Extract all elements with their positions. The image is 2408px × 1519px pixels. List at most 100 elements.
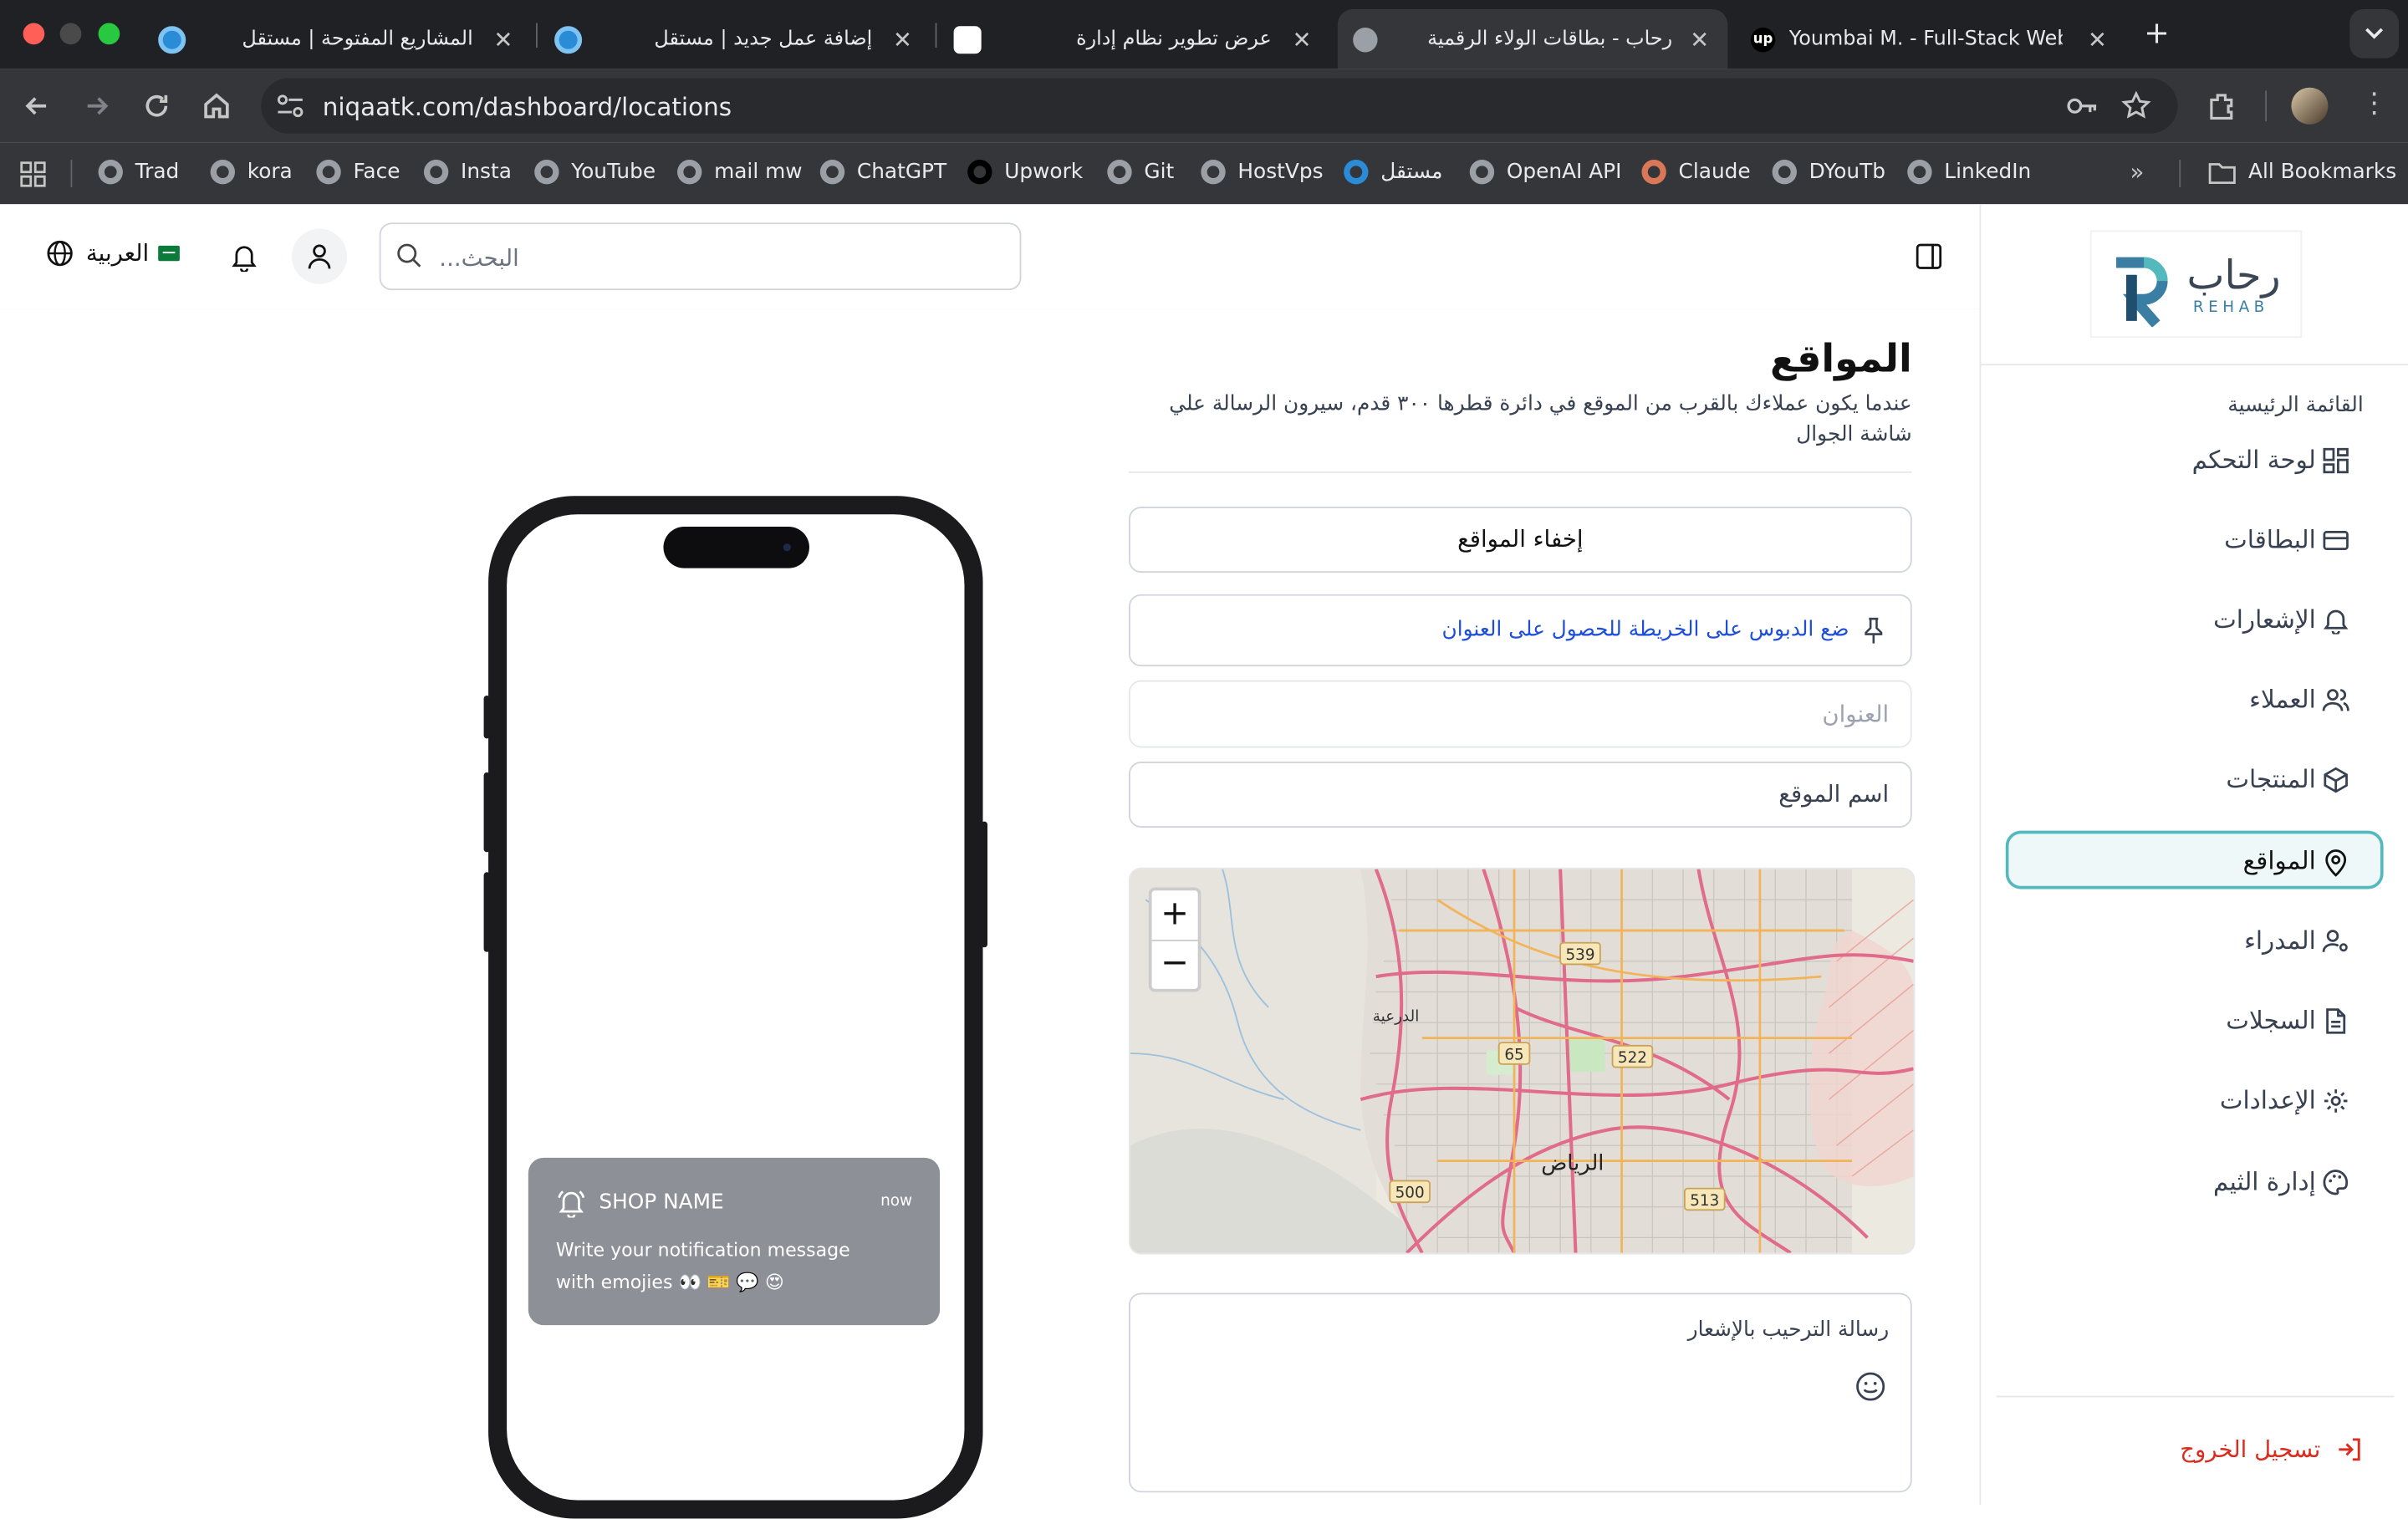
bookmark-item[interactable]: LinkedIn xyxy=(1907,160,2031,185)
close-tab-icon[interactable]: ✕ xyxy=(893,25,912,53)
zoom-in-button[interactable]: + xyxy=(1151,890,1198,941)
apps-grid-icon[interactable] xyxy=(20,161,46,187)
search-box[interactable] xyxy=(379,222,1022,292)
road-shield: 513 xyxy=(1690,1192,1719,1210)
new-tab-button[interactable]: + xyxy=(2144,17,2170,48)
bookmark-label: kora xyxy=(247,160,293,185)
browser-tab[interactable]: عرض تطوير نظام إدارة ✕ xyxy=(945,9,1321,69)
all-bookmarks[interactable]: All Bookmarks xyxy=(2208,160,2396,184)
road-shield: 522 xyxy=(1618,1049,1647,1067)
bookmark-item[interactable]: ChatGPT xyxy=(819,160,947,185)
sidebar-item-logs[interactable]: السجلات xyxy=(2006,989,2384,1050)
close-window-button[interactable] xyxy=(23,23,45,45)
gear-icon xyxy=(2324,1089,2348,1113)
bookmark-item[interactable]: DYouTb xyxy=(1772,160,1885,185)
bell-ring-icon xyxy=(558,1190,585,1218)
location-name-placeholder: اسم الموقع xyxy=(1778,780,1890,808)
browser-tab[interactable]: up Youmbai M. - Full-Stack Web ✕ xyxy=(1738,9,2125,69)
zoom-out-button[interactable]: − xyxy=(1152,941,1198,991)
sidebar-item-theme[interactable]: إدارة الثيم xyxy=(2006,1150,2384,1211)
hide-locations-button[interactable]: إخفاء المواقع xyxy=(1129,507,1912,573)
logo-text: رحاب xyxy=(2186,253,2281,300)
bookmark-item[interactable]: Insta xyxy=(423,160,512,185)
sidebar-item-label: البطاقات xyxy=(2224,524,2316,554)
map[interactable]: 539 65 522 500 513 الدرعية الرياض + − xyxy=(1129,867,1916,1255)
bookmark-item[interactable]: mail mw xyxy=(677,160,803,185)
map-tiles[interactable]: 539 65 522 500 513 الدرعية الرياض xyxy=(1130,869,1914,1253)
tab-search-button[interactable] xyxy=(2349,9,2399,59)
star-icon[interactable] xyxy=(2121,90,2152,121)
minimize-window-button[interactable] xyxy=(59,23,82,45)
sidebar-item-products[interactable]: المنتجات xyxy=(2006,747,2384,808)
sidebar-item-notifications[interactable]: الإشعارات xyxy=(2006,588,2384,649)
sidebar-item-dashboard[interactable]: لوحة التحكم xyxy=(2006,428,2384,489)
browser-tab-active[interactable]: رحاب - بطاقات الولاء الرقمية ✕ xyxy=(1337,9,1728,69)
sidebar-item-customers[interactable]: العملاء xyxy=(2006,668,2384,729)
bookmark-item[interactable]: OpenAI API xyxy=(1469,160,1621,185)
phone-button xyxy=(981,821,988,948)
bookmark-item[interactable]: مستقل xyxy=(1344,160,1442,185)
logo[interactable]: رحاب REHAB xyxy=(2091,232,2301,337)
profile-avatar[interactable] xyxy=(2291,87,2329,125)
close-tab-icon[interactable]: ✕ xyxy=(1292,25,1311,53)
logout-button[interactable]: تسجيل الخروج xyxy=(2180,1435,2364,1463)
logo-subtext: REHAB xyxy=(2192,299,2269,317)
globe-icon xyxy=(47,240,73,267)
bookmark-item[interactable]: YouTube xyxy=(534,160,656,185)
bookmark-item[interactable]: Git xyxy=(1107,160,1174,185)
user-menu-button[interactable] xyxy=(291,228,348,284)
extensions-icon[interactable] xyxy=(2206,89,2239,123)
location-name-field[interactable]: اسم الموقع xyxy=(1129,762,1912,828)
users-icon xyxy=(2322,689,2349,711)
bookmark-label: Upwork xyxy=(1004,160,1084,185)
globe-icon xyxy=(534,160,559,185)
phone-button xyxy=(483,772,490,853)
globe-icon xyxy=(1907,160,1932,185)
home-icon[interactable] xyxy=(202,90,232,121)
close-tab-icon[interactable]: ✕ xyxy=(1690,25,1709,53)
bookmark-item[interactable]: kora xyxy=(210,160,293,185)
welcome-message-field[interactable]: رسالة الترحيب بالإشعار xyxy=(1129,1292,1912,1493)
bookmark-item[interactable]: Claude xyxy=(1641,160,1751,185)
more-menu-icon[interactable]: ⋮ xyxy=(2360,89,2388,120)
address-bar[interactable]: niqaatk.com/dashboard/locations xyxy=(261,78,2178,134)
site-settings-icon[interactable] xyxy=(277,94,304,118)
tab-divider xyxy=(935,23,937,48)
globe-icon xyxy=(819,160,845,185)
sidebar-item-cards[interactable]: البطاقات xyxy=(2006,508,2384,569)
claude-icon xyxy=(1641,160,1666,185)
bell-icon[interactable] xyxy=(231,242,258,273)
sidebar-item-managers[interactable]: المدراء xyxy=(2006,909,2384,970)
maximize-window-button[interactable] xyxy=(98,23,120,45)
search-input[interactable] xyxy=(436,224,996,292)
bookmark-label: Insta xyxy=(461,160,512,185)
language-switcher[interactable]: العربية xyxy=(46,240,180,268)
upwork-icon: up xyxy=(1750,27,1776,52)
browser-tab[interactable]: المشاريع المفتوحة | مستقل ✕ xyxy=(145,9,522,69)
browser-tab[interactable]: إضافة عمل جديد | مستقل ✕ xyxy=(545,9,921,69)
emoji-icon[interactable] xyxy=(1855,1371,1886,1402)
forward-arrow-icon[interactable] xyxy=(81,90,112,121)
close-tab-icon[interactable]: ✕ xyxy=(493,25,513,53)
sidebar-item-locations[interactable]: المواقع xyxy=(2005,830,2384,889)
address-field[interactable]: العنوان xyxy=(1129,680,1912,748)
reload-icon[interactable] xyxy=(141,90,172,121)
sidebar-item-label: السجلات xyxy=(2226,1005,2316,1035)
close-tab-icon[interactable]: ✕ xyxy=(2088,25,2107,53)
bookmark-label: mail mw xyxy=(714,160,803,185)
sidebar-item-label: الإشعارات xyxy=(2213,604,2316,634)
key-icon[interactable] xyxy=(2065,92,2099,120)
bookmark-label: ChatGPT xyxy=(856,160,947,185)
back-arrow-icon[interactable] xyxy=(22,90,53,121)
bookmark-item[interactable]: Face xyxy=(316,160,400,185)
bookmark-item[interactable]: Upwork xyxy=(967,160,1084,185)
bookmark-item[interactable]: Trad xyxy=(98,160,179,185)
sidebar-item-label: العملاء xyxy=(2249,684,2316,714)
folder-icon xyxy=(2208,162,2236,184)
more-bookmarks-icon[interactable]: » xyxy=(2130,158,2145,186)
phone-button xyxy=(483,696,490,739)
sidebar-item-settings[interactable]: الإعدادات xyxy=(2006,1068,2384,1129)
bookmark-item[interactable]: HostVps xyxy=(1201,160,1323,185)
bookmarks-bar: Trad kora Face Insta YouTube mail mw Cha… xyxy=(0,142,2408,206)
sidebar-toggle-icon[interactable] xyxy=(1915,242,1942,270)
